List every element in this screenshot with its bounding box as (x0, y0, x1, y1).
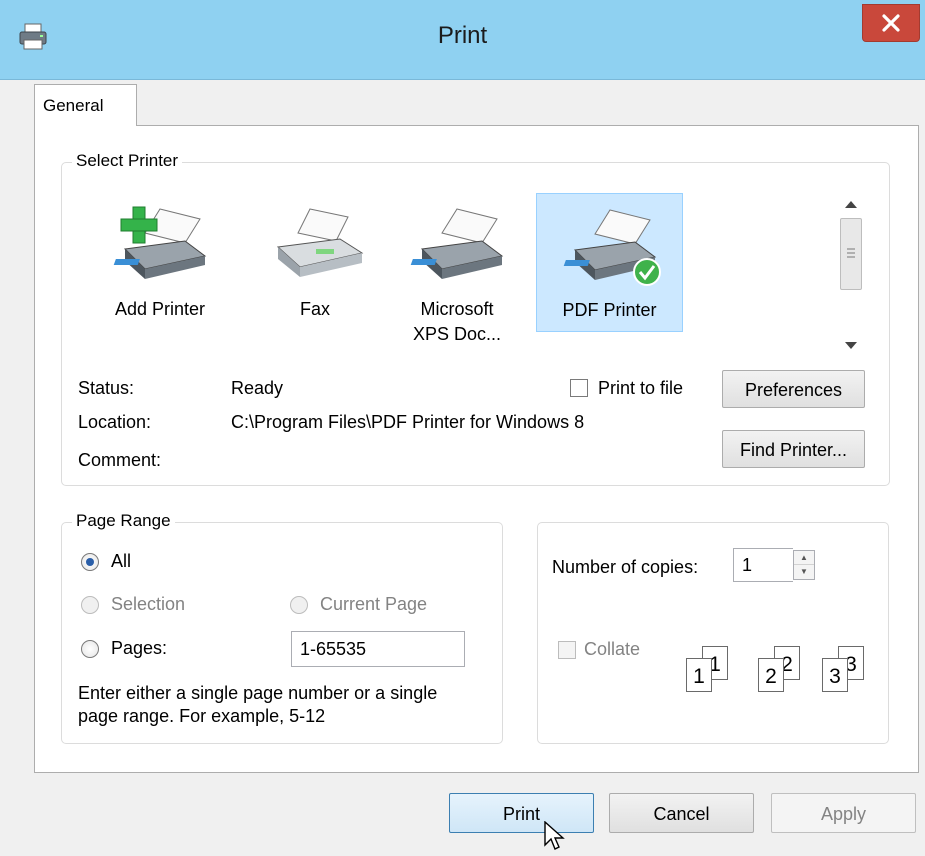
collate-label[interactable]: Collate (584, 639, 640, 660)
collate-page-front-1: 1 (686, 658, 712, 692)
printer-item-fax[interactable]: Fax (245, 193, 385, 333)
selection-radio[interactable] (81, 596, 99, 614)
number-of-copies-label: Number of copies: (552, 557, 699, 577)
close-icon (882, 14, 900, 32)
printer-label-xps-1: Microsoft (420, 299, 494, 319)
mouse-cursor-icon (544, 820, 570, 856)
collate-page-front-3: 3 (822, 658, 848, 692)
add-printer-icon (105, 201, 215, 298)
location-value: C:\Program Files\PDF Printer for Windows… (231, 412, 585, 432)
location-label: Location: (78, 412, 152, 432)
status-label: Status: (78, 378, 135, 398)
fax-icon (260, 201, 370, 298)
current-page-label[interactable]: Current Page (320, 594, 427, 615)
scroll-up-arrow-icon[interactable] (845, 192, 857, 213)
title-bar: Print (0, 0, 925, 80)
copies-spinner[interactable]: ▲ ▼ (793, 550, 815, 580)
print-to-file-label[interactable]: Print to file (598, 378, 683, 399)
status-value: Ready (231, 378, 284, 398)
printer-list-scrollbar[interactable] (835, 180, 867, 350)
window-title: Print (437, 22, 488, 49)
current-page-radio[interactable] (290, 596, 308, 614)
all-radio[interactable] (81, 553, 99, 571)
page-range-legend: Page Range (72, 511, 175, 531)
pages-radio[interactable] (81, 640, 99, 658)
printer-icon (402, 201, 512, 298)
pdf-printer-icon (555, 202, 665, 299)
collate-page-front-2: 2 (758, 658, 784, 692)
find-printer-button[interactable]: Find Printer... (722, 430, 865, 468)
close-button[interactable] (862, 4, 920, 42)
printer-label-pdf: PDF Printer (562, 300, 657, 320)
selection-label[interactable]: Selection (111, 594, 185, 615)
scrollbar-thumb[interactable] (840, 218, 862, 290)
printer-item-add-printer[interactable]: Add Printer (90, 193, 230, 333)
select-printer-legend: Select Printer (72, 151, 183, 171)
preferences-button[interactable]: Preferences (722, 370, 865, 408)
apply-button[interactable]: Apply (771, 793, 916, 833)
print-to-file-checkbox[interactable] (570, 379, 588, 397)
printer-label-add: Add Printer (114, 299, 206, 319)
spinner-down-icon[interactable]: ▼ (794, 565, 814, 579)
printer-label-fax: Fax (299, 299, 330, 319)
printer-label-xps-2: XPS Doc... (412, 324, 502, 344)
print-button[interactable]: Print (449, 793, 594, 833)
spinner-up-icon[interactable]: ▲ (794, 551, 814, 565)
pages-label[interactable]: Pages: (111, 638, 167, 659)
page-range-hint-1: Enter either a single page number or a s… (78, 683, 438, 703)
tab-general[interactable]: General (34, 84, 137, 126)
pages-input[interactable] (291, 631, 465, 667)
scroll-down-arrow-icon[interactable] (845, 334, 857, 355)
page-range-hint-2: page range. For example, 5-12 (78, 706, 326, 726)
copies-group (537, 522, 889, 744)
cancel-button[interactable]: Cancel (609, 793, 754, 833)
printer-item-pdf[interactable]: PDF Printer (536, 193, 683, 332)
comment-label: Comment: (78, 450, 162, 470)
copies-input[interactable] (733, 548, 793, 582)
collate-checkbox[interactable] (558, 641, 576, 659)
collate-illustration: 1 1 2 2 3 3 (676, 640, 876, 710)
printer-item-xps[interactable]: Microsoft XPS Doc... (387, 193, 527, 358)
all-label[interactable]: All (111, 551, 131, 572)
